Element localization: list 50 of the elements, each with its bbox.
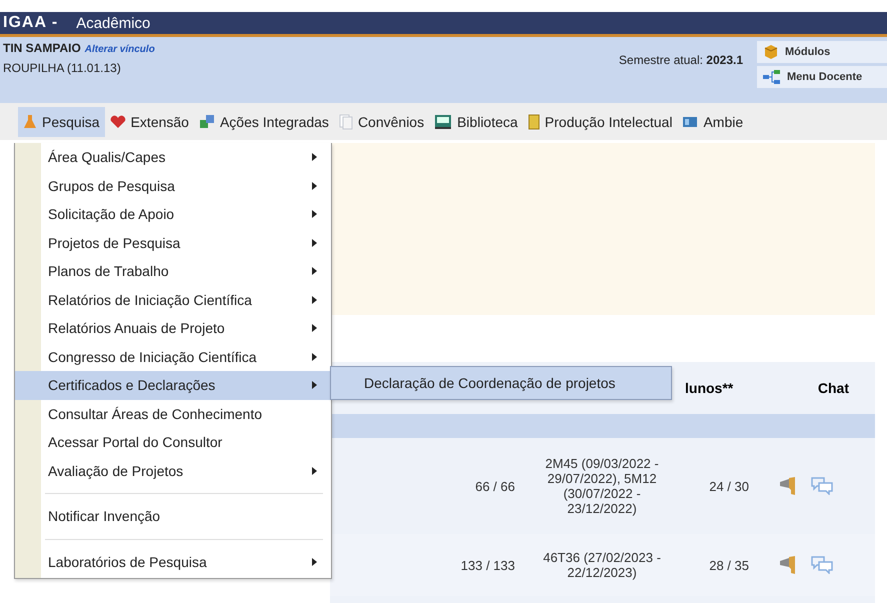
- menu-item[interactable]: Relatórios de Iniciação Científica: [15, 286, 331, 314]
- heart-icon: [110, 114, 126, 128]
- note-icon: [528, 114, 540, 130]
- menu-item[interactable]: Solicitação de Apoio: [15, 200, 331, 228]
- network-icon: [763, 70, 781, 84]
- table-cell-text: 28 / 35: [708, 558, 749, 572]
- menu-bar-item[interactable]: Convênios: [334, 106, 430, 136]
- menu-bar-item[interactable]: Pesquisa: [18, 106, 105, 136]
- menu-item[interactable]: Avaliação de Projetos: [15, 456, 331, 485]
- semester-text: Semestre atual: 2023.1: [618, 53, 743, 67]
- table-cell-text: 66 / 66: [474, 478, 515, 494]
- menu-item[interactable]: Laboratórios de Pesquisa: [15, 548, 331, 576]
- chat-icon[interactable]: [811, 556, 833, 574]
- flask-icon: [23, 114, 37, 130]
- megaphone-icon[interactable]: [779, 476, 797, 496]
- menu-bar-item[interactable]: Ambie: [677, 106, 748, 136]
- menu-item[interactable]: Área Qualis/Capes: [15, 143, 331, 172]
- menu-item[interactable]: Declaração de Coordenação de projetos: [331, 367, 671, 399]
- menu-bar-item[interactable]: Ações Integradas: [194, 106, 334, 136]
- menu-bar-item[interactable]: Produção Intelectual: [522, 106, 678, 136]
- change-link[interactable]: Alterar vínculo: [84, 44, 155, 55]
- module-name: Acadêmico: [76, 14, 150, 32]
- user-name: TIN SAMPAIO: [3, 41, 81, 55]
- table-cell-text: 24 / 30: [708, 478, 749, 494]
- column-header: lunos**: [685, 380, 734, 396]
- table-cell-text: 133 / 133: [460, 558, 515, 572]
- menu-item[interactable]: Consultar Áreas de Conhecimento: [15, 400, 331, 428]
- megaphone-icon[interactable]: [779, 555, 797, 575]
- pages-icon: [338, 114, 353, 130]
- monitor-icon: [434, 114, 452, 130]
- shortcut-button[interactable]: Menu Docente: [757, 66, 887, 88]
- shortcut-button[interactable]: Módulos: [757, 41, 887, 63]
- system-name: IGAA -: [3, 14, 58, 32]
- column-header: Chat: [818, 380, 849, 396]
- table-cell-text: 46T36 (27/02/2023 - 22/12/2023): [542, 550, 662, 580]
- box-icon: [763, 44, 779, 60]
- menu-item[interactable]: Grupos de Pesquisa: [15, 172, 331, 200]
- menu-item[interactable]: Certificados e Declarações: [15, 371, 331, 400]
- unit-text: ROUPILHA (11.01.13): [3, 61, 122, 75]
- menu-item[interactable]: Planos de Trabalho: [15, 257, 331, 286]
- menu-item[interactable]: Relatórios Anuais de Projeto: [15, 314, 331, 342]
- menu-item[interactable]: Congresso de Iniciação Científica: [15, 342, 331, 371]
- menu-item[interactable]: Acessar Portal do Consultor: [15, 428, 331, 456]
- menu-bar-item[interactable]: Extensão: [104, 106, 194, 136]
- menu-item[interactable]: Projetos de Pesquisa: [15, 228, 331, 257]
- chat-icon[interactable]: [811, 477, 833, 495]
- table-cell-text: 2M45 (09/03/2022 - 29/07/2022), 5M12 (30/07/2022 - 23/12/2022): [544, 456, 660, 516]
- menu-item[interactable]: Notificar Invenção: [15, 502, 331, 530]
- menu-bar-item[interactable]: Biblioteca: [429, 106, 523, 136]
- puzzle-icon: [198, 114, 215, 130]
